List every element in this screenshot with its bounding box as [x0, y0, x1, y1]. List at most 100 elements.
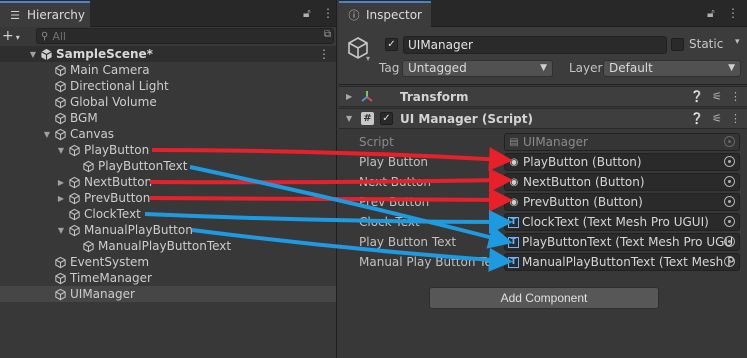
gameobject-icon: [69, 176, 80, 188]
object-picker-icon[interactable]: [724, 196, 735, 207]
chevron-down-icon: ▼: [540, 63, 547, 73]
presets-icon[interactable]: ⚟: [712, 112, 722, 125]
hierarchy-tabbar: ☰ Hierarchy 🔓︎ ⋮: [0, 0, 336, 27]
hierarchy-item[interactable]: EventSystem: [0, 254, 336, 270]
collapse-arrow-icon[interactable]: ▼: [56, 226, 66, 235]
collapse-arrow-icon[interactable]: ▼: [56, 146, 66, 155]
help-icon[interactable]: ❔: [690, 90, 704, 103]
lock-icon[interactable]: 🔓︎: [303, 6, 311, 21]
help-icon[interactable]: ❔: [690, 112, 704, 125]
inspector-tabbar: ⓘ Inspector 🔓︎ ⋮: [339, 0, 747, 27]
gameobject-icon: [55, 256, 66, 268]
collapse-arrow-icon[interactable]: ▼: [346, 114, 352, 123]
gameobject-icon: [69, 192, 80, 204]
scene-more-icon[interactable]: ⋮: [318, 47, 330, 61]
hierarchy-item[interactable]: ▶ NextButton: [0, 174, 336, 190]
gameobject-icon: [69, 208, 80, 220]
hierarchy-toolbar: + ▾ ⚲ All ⧉: [0, 27, 336, 45]
text-icon: T: [508, 256, 519, 268]
script-component-header[interactable]: ▼ # ✓ UI Manager (Script) ❔ ⚟ ⋮: [339, 108, 747, 129]
field-value: NextButton (Button): [523, 175, 645, 189]
scene-row[interactable]: ▼ SampleScene* ⋮: [0, 46, 336, 62]
static-dropdown-icon[interactable]: ▾: [735, 37, 740, 47]
more-options-icon[interactable]: ⋮: [322, 6, 334, 20]
object-reference-field[interactable]: T PlayButtonText (Text Mesh Pro UGU: [504, 233, 740, 251]
layer-dropdown[interactable]: Default ▼: [603, 60, 741, 77]
tag-label: Tag: [379, 61, 400, 75]
add-component-button[interactable]: Add Component: [429, 287, 659, 309]
scene-name: SampleScene*: [56, 47, 153, 61]
object-picker-icon[interactable]: [724, 156, 735, 167]
static-checkbox[interactable]: [671, 38, 684, 51]
hierarchy-item[interactable]: UIManager: [0, 286, 336, 302]
expand-arrow-icon[interactable]: ▼: [28, 50, 38, 59]
tab-hierarchy-label: Hierarchy: [27, 8, 86, 22]
field-label: Next Button: [359, 175, 431, 189]
hierarchy-item[interactable]: ▼ PlayButton: [0, 142, 336, 158]
object-reference-field[interactable]: ◉ NextButton (Button): [504, 173, 740, 191]
hierarchy-item[interactable]: Directional Light: [0, 78, 336, 94]
field-label: Manual Play Button Tex: [359, 255, 499, 269]
hierarchy-item[interactable]: ▼ Canvas: [0, 126, 336, 142]
object-reference-field[interactable]: ◉ PlayButton (Button): [504, 153, 740, 171]
hierarchy-item-label: ClockText: [84, 207, 141, 221]
script-icon: #: [361, 112, 374, 125]
tab-inspector[interactable]: ⓘ Inspector: [339, 1, 431, 27]
chevron-down-icon: ▼: [728, 63, 735, 73]
object-name-field[interactable]: UIManager: [403, 36, 667, 54]
icon-dropdown-icon[interactable]: ▾: [366, 54, 370, 63]
search-input[interactable]: ⚲ All ⧉: [36, 28, 334, 44]
info-icon: ⓘ: [348, 9, 360, 22]
gameobject-icon: [55, 112, 66, 124]
object-picker-icon[interactable]: [724, 256, 735, 267]
tab-hierarchy[interactable]: ☰ Hierarchy: [0, 1, 90, 27]
expand-arrow-icon[interactable]: ▶: [56, 178, 66, 187]
object-reference-field[interactable]: T ManualPlayButtonText (Text Mesh P: [504, 253, 740, 271]
gameobject-icon: [55, 80, 66, 92]
presets-icon[interactable]: ⚟: [712, 90, 722, 103]
hierarchy-item[interactable]: PlayButtonText: [0, 158, 336, 174]
active-checkbox[interactable]: ✓: [385, 38, 398, 51]
hierarchy-item[interactable]: ManualPlayButtonText: [0, 238, 336, 254]
more-options-icon[interactable]: ⋮: [727, 6, 739, 20]
component-enabled-checkbox[interactable]: ✓: [380, 112, 393, 125]
hierarchy-item[interactable]: BGM: [0, 110, 336, 126]
text-icon: T: [508, 216, 519, 228]
create-button[interactable]: + ▾: [2, 28, 20, 44]
hierarchy-item-label: NextButton: [84, 175, 153, 189]
field-value: ClockText (Text Mesh Pro UGUI): [522, 215, 709, 229]
collapse-arrow-icon[interactable]: ▼: [42, 130, 52, 139]
script-value: UIManager: [523, 135, 588, 149]
object-reference-field[interactable]: T ClockText (Text Mesh Pro UGUI): [504, 213, 740, 231]
search-filter-icon[interactable]: ⧉: [324, 29, 331, 40]
layer-value: Default: [609, 61, 653, 75]
hierarchy-item[interactable]: Main Camera: [0, 62, 336, 78]
object-picker-icon[interactable]: [724, 176, 735, 187]
component-menu-icon[interactable]: ⋮: [730, 112, 741, 125]
hierarchy-item-label: Global Volume: [70, 95, 157, 109]
hierarchy-item[interactable]: ▶ PrevButton: [0, 190, 336, 206]
transform-icon: [361, 91, 373, 102]
field-value: PlayButtonText (Text Mesh Pro UGU: [522, 235, 734, 249]
tab-inspector-label: Inspector: [366, 8, 422, 22]
gameobject-icon: [55, 96, 66, 108]
expand-arrow-icon[interactable]: ▶: [56, 194, 66, 203]
lock-icon[interactable]: 🔓︎: [707, 6, 715, 21]
field-value: PrevButton (Button): [523, 195, 643, 209]
gameobject-icon: [83, 240, 94, 252]
object-picker-icon[interactable]: [724, 236, 735, 247]
field-label: Play Button Text: [359, 235, 457, 249]
tag-dropdown[interactable]: Untagged ▼: [402, 60, 553, 77]
gameobject-icon: [83, 160, 94, 172]
hierarchy-item[interactable]: ▼ ManualPlayButton: [0, 222, 336, 238]
hierarchy-item[interactable]: TimeManager: [0, 270, 336, 286]
hierarchy-item[interactable]: ClockText: [0, 206, 336, 222]
transform-component-header[interactable]: ▶ Transform ❔ ⚟ ⋮: [339, 86, 747, 107]
object-reference-field[interactable]: ◉ PrevButton (Button): [504, 193, 740, 211]
button-icon: ◉: [509, 176, 519, 188]
hierarchy-item[interactable]: Global Volume: [0, 94, 336, 110]
object-picker-icon[interactable]: [724, 216, 735, 227]
hierarchy-icon: ☰: [10, 8, 20, 22]
expand-arrow-icon[interactable]: ▶: [346, 92, 352, 101]
component-menu-icon[interactable]: ⋮: [730, 90, 741, 103]
